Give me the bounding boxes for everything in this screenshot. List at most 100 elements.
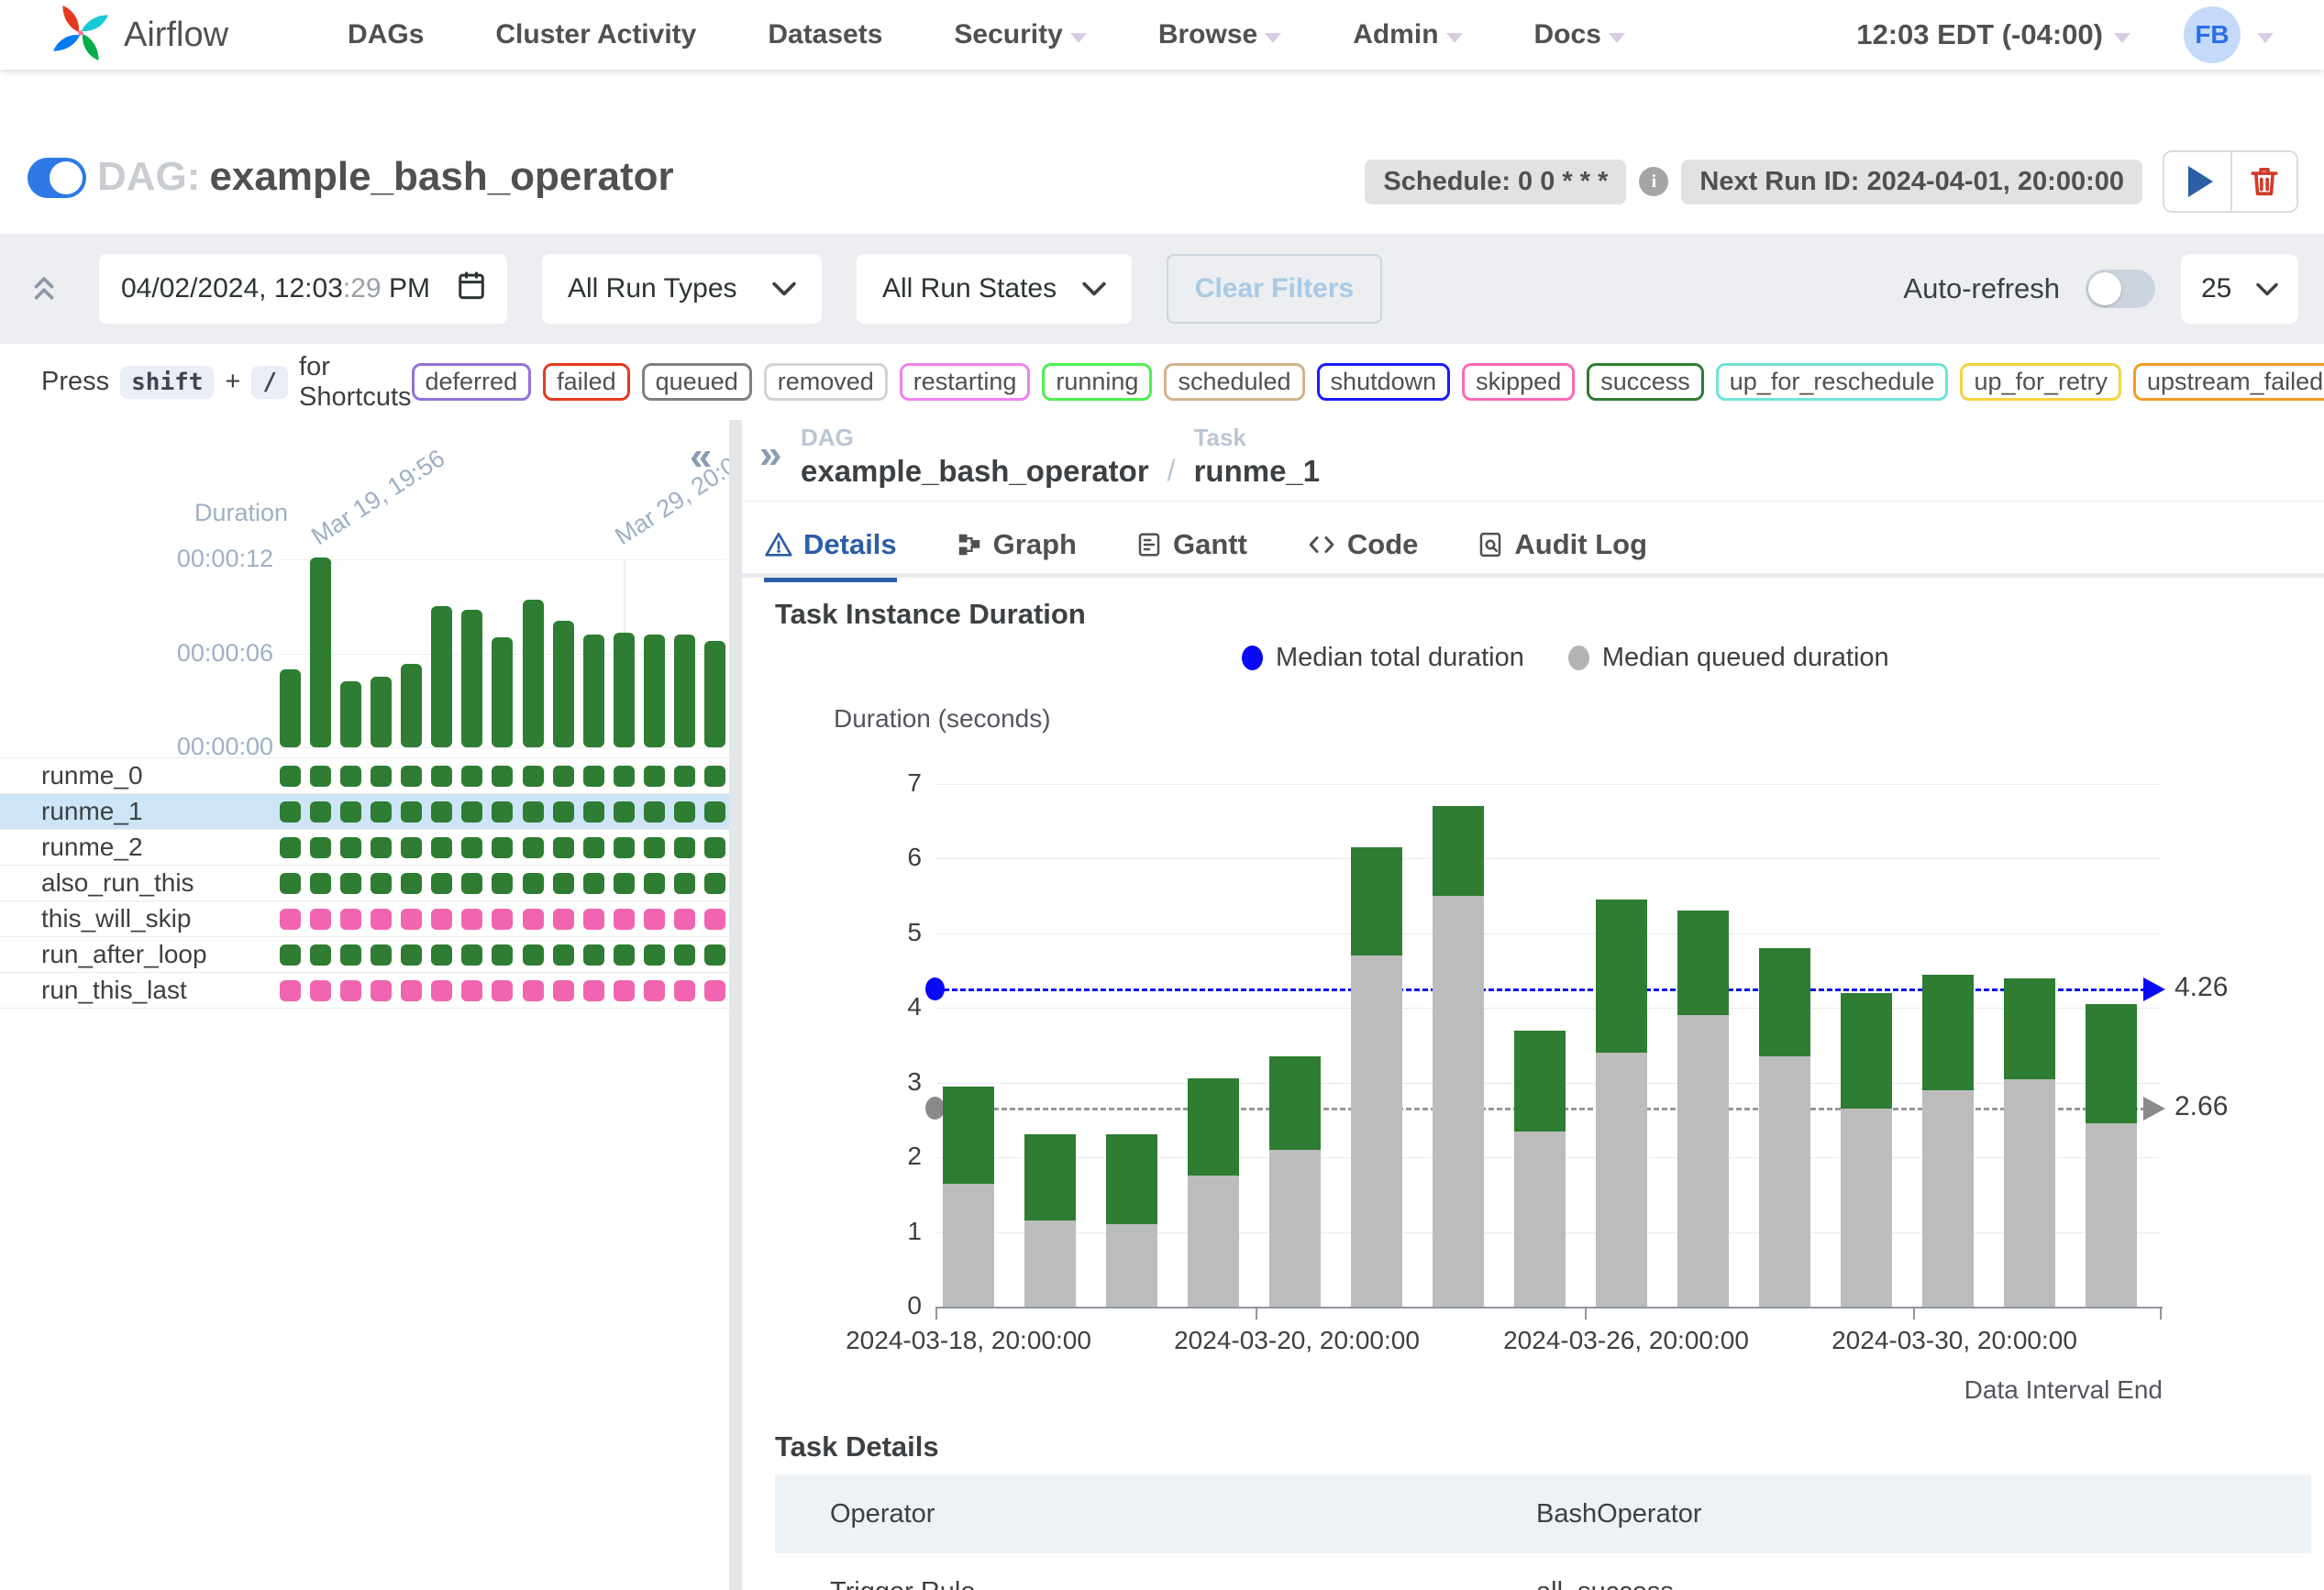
status-tag-queued[interactable]: queued xyxy=(642,363,752,401)
clock-dropdown[interactable]: 12:03 EDT (-04:00) xyxy=(1856,18,2130,51)
base-date-input[interactable]: 04/02/2024, 12:03:29 PM xyxy=(99,254,507,324)
nav-item-security[interactable]: Security xyxy=(954,19,1086,50)
task-instance-success[interactable] xyxy=(553,873,574,894)
task-instance-success[interactable] xyxy=(583,873,604,894)
duration-bar[interactable] xyxy=(1596,900,1647,1307)
task-instance-skipped[interactable] xyxy=(401,980,422,1001)
nav-item-docs[interactable]: Docs xyxy=(1534,19,1625,50)
task-instance-success[interactable] xyxy=(431,801,452,823)
task-instance-success[interactable] xyxy=(644,944,665,966)
task-instance-success[interactable] xyxy=(704,837,725,858)
duration-bar[interactable] xyxy=(1269,1056,1321,1307)
mini-duration-bar[interactable] xyxy=(492,637,513,747)
expand-panel-icon[interactable]: » xyxy=(759,435,781,475)
clear-filters-button[interactable]: Clear Filters xyxy=(1167,254,1382,324)
task-instance-success[interactable] xyxy=(492,873,513,894)
task-instance-skipped[interactable] xyxy=(614,909,635,930)
task-instance-skipped[interactable] xyxy=(553,980,574,1001)
task-instance-success[interactable] xyxy=(644,766,665,787)
mini-duration-bar[interactable] xyxy=(523,600,544,747)
task-instance-success[interactable] xyxy=(310,873,331,894)
duration-bar[interactable] xyxy=(1677,911,1729,1307)
task-instance-success[interactable] xyxy=(644,801,665,823)
task-instance-skipped[interactable] xyxy=(704,909,725,930)
status-tag-skipped[interactable]: skipped xyxy=(1462,363,1575,401)
task-name[interactable]: runme_1 xyxy=(0,797,143,826)
run-types-select[interactable]: All Run Types xyxy=(542,254,822,324)
task-instance-success[interactable] xyxy=(704,944,725,966)
task-instance-skipped[interactable] xyxy=(492,909,513,930)
task-instance-success[interactable] xyxy=(553,801,574,823)
nav-item-admin[interactable]: Admin xyxy=(1353,19,1462,50)
tab-graph[interactable]: Graph xyxy=(956,512,1077,578)
task-instance-success[interactable] xyxy=(461,801,482,823)
chevron-double-up-icon[interactable] xyxy=(26,273,62,304)
status-tag-running[interactable]: running xyxy=(1042,363,1152,401)
task-instance-success[interactable] xyxy=(492,837,513,858)
mini-duration-bar[interactable] xyxy=(461,610,482,747)
status-tag-up-for-reschedule[interactable]: up_for_reschedule xyxy=(1716,363,1949,401)
task-instance-success[interactable] xyxy=(371,801,392,823)
task-instance-success[interactable] xyxy=(461,944,482,966)
task-instance-success[interactable] xyxy=(614,766,635,787)
duration-bar[interactable] xyxy=(1759,948,1810,1307)
task-instance-success[interactable] xyxy=(371,873,392,894)
task-instance-success[interactable] xyxy=(280,873,301,894)
task-instance-success[interactable] xyxy=(674,801,695,823)
task-name[interactable]: also_run_this xyxy=(0,868,194,898)
info-icon[interactable]: i xyxy=(1639,167,1668,196)
mini-duration-bar[interactable] xyxy=(371,677,392,747)
duration-bar[interactable] xyxy=(2004,978,2055,1307)
task-instance-success[interactable] xyxy=(583,766,604,787)
task-instance-skipped[interactable] xyxy=(674,909,695,930)
task-instance-success[interactable] xyxy=(704,766,725,787)
task-name[interactable]: run_after_loop xyxy=(0,940,207,969)
task-instance-skipped[interactable] xyxy=(523,909,544,930)
task-instance-skipped[interactable] xyxy=(310,980,331,1001)
duration-bar[interactable] xyxy=(1841,993,1892,1307)
duration-bar[interactable] xyxy=(1922,975,1974,1307)
status-tag-up-for-retry[interactable]: up_for_retry xyxy=(1960,363,2121,401)
task-instance-skipped[interactable] xyxy=(614,980,635,1001)
task-instance-success[interactable] xyxy=(553,837,574,858)
duration-bar[interactable] xyxy=(943,1087,994,1307)
task-instance-skipped[interactable] xyxy=(492,980,513,1001)
task-instance-success[interactable] xyxy=(492,766,513,787)
task-instance-success[interactable] xyxy=(614,873,635,894)
task-row-run-this-last[interactable]: run_this_last xyxy=(0,973,729,1009)
trigger-dag-button[interactable] xyxy=(2164,152,2230,211)
nav-item-cluster-activity[interactable]: Cluster Activity xyxy=(495,19,696,50)
task-instance-success[interactable] xyxy=(310,801,331,823)
duration-bar[interactable] xyxy=(1106,1134,1157,1307)
task-instance-skipped[interactable] xyxy=(401,909,422,930)
task-instance-skipped[interactable] xyxy=(461,980,482,1001)
mini-duration-bar[interactable] xyxy=(704,641,725,747)
task-row-runme-1[interactable]: runme_1 xyxy=(0,794,729,830)
nav-item-browse[interactable]: Browse xyxy=(1158,19,1281,50)
status-tag-restarting[interactable]: restarting xyxy=(900,363,1031,401)
breadcrumb-dag[interactable]: DAG example_bash_operator xyxy=(801,424,1149,491)
task-instance-success[interactable] xyxy=(371,837,392,858)
task-instance-skipped[interactable] xyxy=(644,980,665,1001)
task-instance-skipped[interactable] xyxy=(553,909,574,930)
task-instance-success[interactable] xyxy=(310,837,331,858)
task-instance-success[interactable] xyxy=(461,837,482,858)
task-instance-success[interactable] xyxy=(461,873,482,894)
status-tag-scheduled[interactable]: scheduled xyxy=(1164,363,1304,401)
duration-bar[interactable] xyxy=(1024,1134,1076,1307)
task-instance-success[interactable] xyxy=(401,837,422,858)
task-instance-success[interactable] xyxy=(674,766,695,787)
task-instance-success[interactable] xyxy=(340,944,361,966)
task-instance-success[interactable] xyxy=(523,801,544,823)
task-instance-success[interactable] xyxy=(583,837,604,858)
task-name[interactable]: this_will_skip xyxy=(0,904,191,933)
task-instance-success[interactable] xyxy=(280,837,301,858)
task-instance-skipped[interactable] xyxy=(431,909,452,930)
mini-duration-bar[interactable] xyxy=(644,635,665,747)
task-instance-success[interactable] xyxy=(704,873,725,894)
task-instance-success[interactable] xyxy=(401,801,422,823)
mini-duration-bar[interactable] xyxy=(553,621,574,747)
task-instance-success[interactable] xyxy=(704,801,725,823)
tab-details[interactable]: Details xyxy=(764,512,897,578)
mini-duration-bar[interactable] xyxy=(280,669,301,747)
